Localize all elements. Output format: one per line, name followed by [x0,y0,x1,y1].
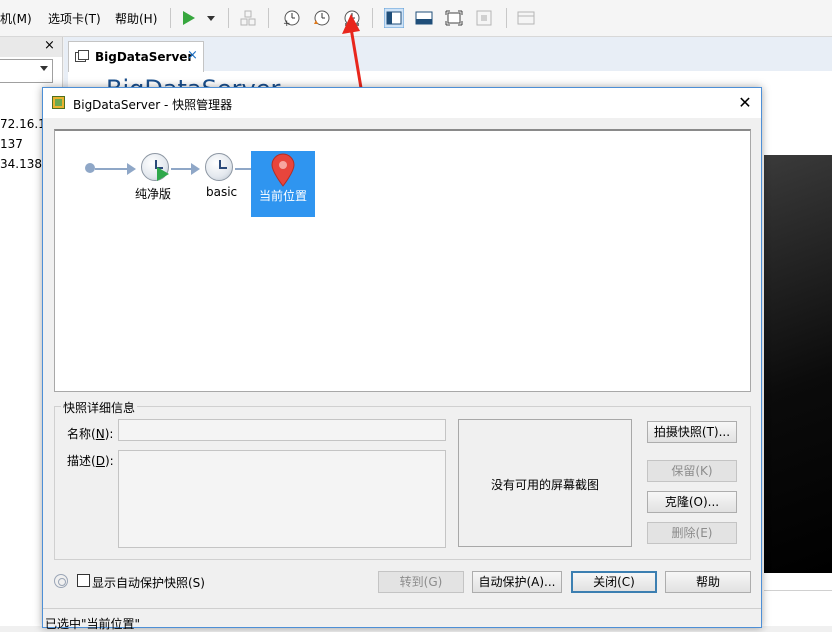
close-button[interactable]: 关闭(C) [571,571,657,593]
show-console-icon[interactable] [414,8,434,28]
autoprotect-icon [54,574,68,588]
keep-button[interactable]: 保留(K) [647,460,737,482]
vm-console-screen[interactable] [764,155,832,573]
svg-text:+: + [283,19,291,28]
library-search-combo[interactable] [0,59,53,83]
menu-vm[interactable]: 机(M) [0,10,32,27]
delete-button[interactable]: 删除(E) [647,522,737,544]
toolbar-separator [506,8,507,28]
name-label: 名称(N): [67,427,114,441]
snapshot-details-legend: 快照详细信息 [61,399,138,416]
unity-icon[interactable] [474,8,494,28]
snapshot-tree[interactable]: 纯净版 basic 当前位置 [54,129,751,392]
snapshot-node[interactable] [141,153,169,181]
tree-connector [235,168,251,170]
close-icon[interactable]: ✕ [733,92,757,114]
show-autoprotect-checkbox[interactable] [77,574,90,587]
dialog-titlebar[interactable]: BigDataServer - 快照管理器 ✕ [43,88,761,118]
tree-connector [95,168,129,170]
close-tab-icon[interactable]: × [187,48,198,63]
snapshot-node[interactable] [205,153,233,181]
divider [43,608,761,609]
status-text: 已选中"当前位置" [45,617,141,631]
menubar: 机(M) 选项卡(T) 帮助(H) + [0,0,832,37]
location-pin-icon [271,153,295,187]
show-sidebar-icon[interactable] [384,8,404,28]
help-button[interactable]: 帮助 [665,571,751,593]
toolbar-separator [268,8,269,28]
play-icon [157,167,169,181]
goto-button[interactable]: 转到(G) [378,571,464,593]
annotation-arrow-icon [342,14,364,95]
dialog-title: BigDataServer - 快照管理器 [73,98,233,112]
toolbar-separator [170,8,171,28]
vm-icon [75,50,89,67]
menu-tabs[interactable]: 选项卡(T) [48,10,101,27]
toolbar-separator [228,8,229,28]
snapshot-label[interactable]: basic [206,185,237,199]
send-keys-icon[interactable] [238,8,258,28]
divider [764,590,832,591]
name-field[interactable] [118,419,446,441]
tree-arrow-icon [191,163,200,175]
take-snapshot-icon[interactable]: + [282,8,302,28]
clone-button[interactable]: 克隆(O)... [647,491,737,513]
snapshot-manager-dialog: BigDataServer - 快照管理器 ✕ 纯净版 basic 当前位置 快… [42,87,762,631]
vmware-app-icon [52,96,65,109]
close-library-icon[interactable]: × [44,38,55,53]
tree-connector [171,168,191,170]
menu-help[interactable]: 帮助(H) [115,10,157,27]
snapshot-label[interactable]: 纯净版 [135,185,171,202]
dropdown-arrow-icon[interactable] [202,8,222,28]
play-icon[interactable] [178,8,198,28]
ip-text: 34.138 [0,157,42,171]
show-autoprotect-label[interactable]: 显示自动保护快照(S) [92,574,205,591]
current-position-node[interactable]: 当前位置 [251,151,315,217]
current-position-label: 当前位置 [258,189,307,203]
tree-arrow-icon [127,163,136,175]
screenshot-preview: 没有可用的屏幕截图 [458,419,632,547]
no-screenshot-text: 没有可用的屏幕截图 [490,478,599,492]
fullscreen-icon[interactable] [444,8,464,28]
autoprotect-button[interactable]: 自动保护(A)... [472,571,562,593]
tab-label: BigDataServer [95,50,194,64]
tree-root-dot [85,163,95,173]
library-header: × [0,37,62,57]
revert-snapshot-icon[interactable] [312,8,332,28]
thumbnail-icon[interactable] [516,8,536,28]
description-field[interactable] [118,450,446,548]
take-snapshot-button[interactable]: 拍摄快照(T)... [647,421,737,443]
chevron-down-icon[interactable] [40,66,48,71]
ip-text: 137 [0,137,23,151]
tab-bigdataserver[interactable]: BigDataServer × [68,41,204,72]
description-label: 描述(D): [67,454,114,468]
